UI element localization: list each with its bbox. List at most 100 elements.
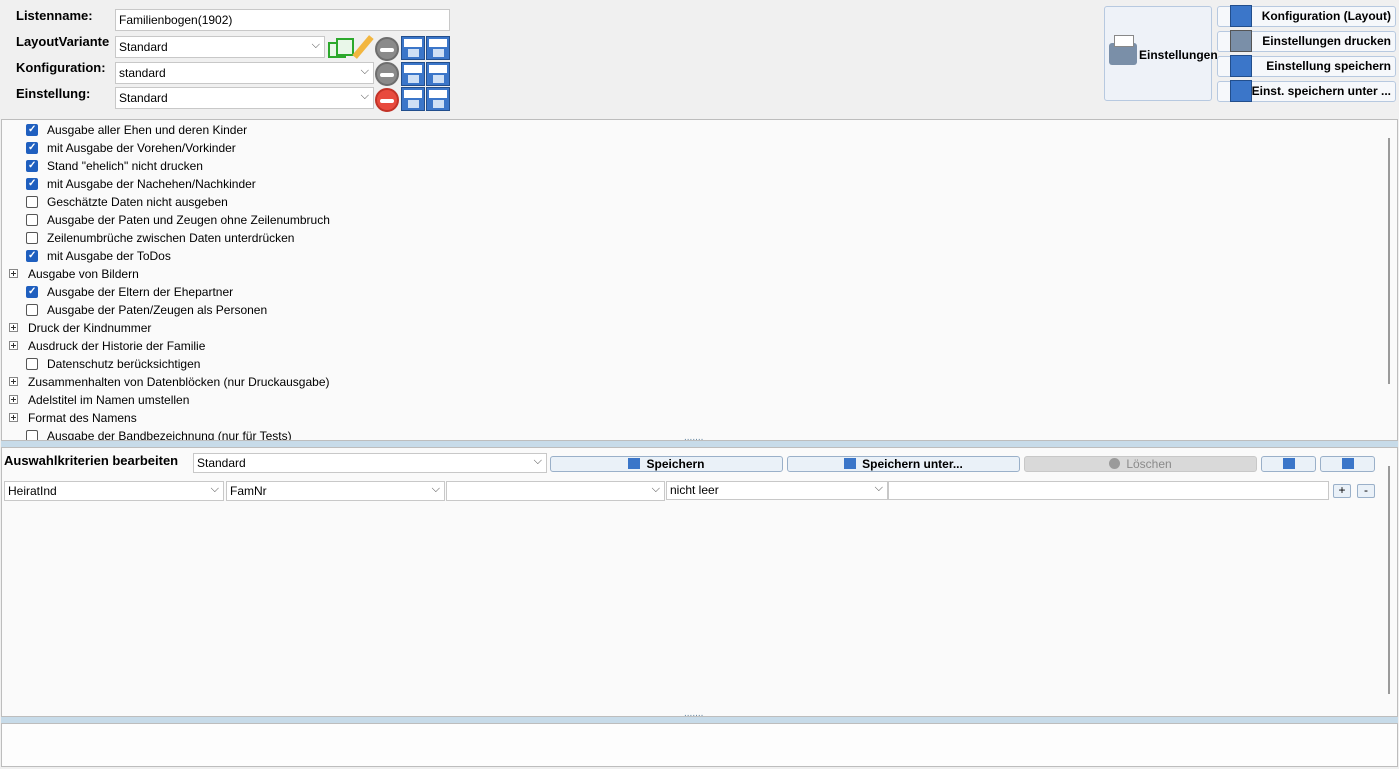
checkbox-icon[interactable] (26, 232, 38, 244)
print-settings-button[interactable]: Einstellungen drucken (1217, 30, 1396, 52)
option-label: Ausgabe der Paten und Zeugen ohne Zeilen… (47, 213, 330, 227)
criteria-import-button[interactable] (1320, 456, 1375, 472)
criteria-field2-select[interactable]: FamNr (226, 481, 445, 501)
criteria-condition-select[interactable]: nicht leer (666, 481, 888, 500)
option-checkbox[interactable]: Ausgabe aller Ehen und deren Kinder (26, 122, 247, 138)
save-variant-icon[interactable] (401, 36, 425, 60)
criteria-field1-select[interactable]: HeiratInd (4, 481, 224, 501)
option-checkbox[interactable]: mit Ausgabe der Nachehen/Nachkinder (26, 176, 256, 192)
option-group[interactable]: Druck der Kindnummer (9, 320, 151, 336)
expand-plus-icon[interactable] (9, 269, 18, 278)
option-group[interactable]: Adelstitel im Namen umstellen (9, 392, 189, 408)
option-label: Ausgabe aller Ehen und deren Kinder (47, 123, 248, 137)
option-checkbox[interactable]: Datenschutz berücksichtigen (26, 356, 200, 372)
expand-plus-icon[interactable] (9, 377, 18, 386)
checkbox-icon[interactable] (26, 430, 38, 440)
save-setting-button-icon (1230, 55, 1252, 77)
option-label: Stand "ehelich" nicht drucken (47, 159, 203, 173)
checkbox-icon[interactable] (26, 196, 38, 208)
checkbox-icon[interactable] (26, 122, 38, 138)
save-setting-as-button[interactable]: Einst. speichern unter ... (1217, 80, 1396, 102)
delete-setting-icon[interactable] (375, 88, 399, 112)
criteria-save-label: Speichern (646, 457, 705, 471)
delete-config-icon[interactable] (375, 62, 399, 86)
save-config-as-icon[interactable] (426, 62, 450, 86)
expand-plus-icon[interactable] (9, 395, 18, 404)
option-label: Datenschutz berücksichtigen (47, 357, 201, 371)
config-label: Konfiguration: (16, 60, 106, 75)
option-label: mit Ausgabe der ToDos (47, 249, 171, 263)
option-group[interactable]: Ausdruck der Historie der Familie (9, 338, 205, 354)
option-checkbox[interactable]: Ausgabe der Bandbezeichnung (nur für Tes… (26, 428, 292, 441)
option-checkbox[interactable]: mit Ausgabe der Vorehen/Vorkinder (26, 140, 236, 156)
checkbox-icon[interactable] (26, 248, 38, 264)
option-group-label: Ausdruck der Historie der Familie (28, 339, 206, 353)
option-checkbox[interactable]: Zeilenumbrüche zwischen Daten unterdrück… (26, 230, 294, 246)
setting-select[interactable]: Standard (115, 87, 374, 109)
save-icon (628, 458, 641, 469)
option-group[interactable]: Format des Namens (9, 410, 137, 426)
settings-button[interactable]: Einstellungen (1104, 6, 1218, 101)
option-checkbox[interactable]: Geschätzte Daten nicht ausgeben (26, 194, 228, 210)
option-checkbox[interactable]: Ausgabe der Paten und Zeugen ohne Zeilen… (26, 212, 330, 228)
status-area (1, 723, 1398, 767)
option-group[interactable]: Ausgabe von Bildern (9, 266, 139, 282)
save-setting-as-icon[interactable] (426, 87, 450, 111)
criteria-add-button[interactable]: + (1333, 484, 1351, 498)
option-checkbox[interactable]: Stand "ehelich" nicht drucken (26, 158, 203, 174)
delete-variant-icon[interactable] (375, 37, 399, 61)
expand-plus-icon[interactable] (9, 413, 18, 422)
criteria-export-button[interactable] (1261, 456, 1316, 472)
option-label: mit Ausgabe der Nachehen/Nachkinder (47, 177, 256, 191)
config-layout-label: Konfiguration (Layout) (1261, 9, 1391, 23)
config-layout-button[interactable]: Konfiguration (Layout) (1217, 5, 1396, 27)
criteria-save-as-label: Speichern unter... (862, 457, 963, 471)
import-icon (1341, 458, 1354, 469)
edit-pencil-icon[interactable] (350, 36, 374, 60)
option-checkbox[interactable]: Ausgabe der Paten/Zeugen als Personen (26, 302, 267, 318)
save-config-icon[interactable] (401, 62, 425, 86)
save-variant-as-icon[interactable] (426, 36, 450, 60)
option-group-label: Ausgabe von Bildern (28, 267, 139, 281)
save-setting-button[interactable]: Einstellung speichern (1217, 55, 1396, 77)
config-select[interactable]: standard (115, 62, 374, 84)
criteria-field3-select[interactable] (446, 481, 665, 501)
checkbox-icon[interactable] (26, 214, 38, 226)
options-panel: Ausgabe aller Ehen und deren Kinder mit A… (1, 119, 1398, 441)
criteria-remove-button[interactable]: - (1357, 484, 1375, 498)
options-scrollbar[interactable] (1388, 138, 1390, 384)
listname-field[interactable]: Familienbogen(1902) (115, 9, 450, 31)
setting-label: Einstellung: (16, 86, 91, 101)
option-group[interactable]: Zusammenhalten von Datenblöcken (nur Dru… (9, 374, 330, 390)
copy-variant-icon[interactable] (328, 38, 354, 58)
option-group-label: Zusammenhalten von Datenblöcken (nur Dru… (28, 375, 330, 389)
criteria-scrollbar[interactable] (1388, 466, 1390, 694)
option-label: Zeilenumbrüche zwischen Daten unterdrück… (47, 231, 295, 245)
option-label: Ausgabe der Bandbezeichnung (nur für Tes… (47, 429, 292, 441)
delete-icon (1109, 458, 1121, 469)
checkbox-icon[interactable] (26, 176, 38, 192)
option-checkbox[interactable]: Ausgabe der Eltern der Ehepartner (26, 284, 233, 300)
listname-label: Listenname: (16, 8, 93, 23)
checkbox-icon[interactable] (26, 140, 38, 156)
expand-plus-icon[interactable] (9, 323, 18, 332)
checkbox-icon[interactable] (26, 284, 38, 300)
save-setting-icon[interactable] (401, 87, 425, 111)
criteria-save-button[interactable]: Speichern (550, 456, 783, 472)
layout-variant-select[interactable]: Standard (115, 36, 325, 58)
criteria-delete-button[interactable]: Löschen (1024, 456, 1257, 472)
export-icon (1282, 458, 1295, 469)
option-checkbox[interactable]: mit Ausgabe der ToDos (26, 248, 171, 264)
criteria-value-input[interactable] (888, 481, 1329, 500)
criteria-preset-select[interactable]: Standard (193, 453, 547, 473)
expand-plus-icon[interactable] (9, 341, 18, 350)
checkbox-icon[interactable] (26, 358, 38, 370)
option-label: Ausgabe der Eltern der Ehepartner (47, 285, 234, 299)
save-as-icon (844, 458, 857, 469)
save-setting-as-button-label: Einst. speichern unter ... (1251, 84, 1391, 98)
checkbox-icon[interactable] (26, 158, 38, 174)
criteria-save-as-button[interactable]: Speichern unter... (787, 456, 1020, 472)
checkbox-icon[interactable] (26, 304, 38, 316)
option-label: mit Ausgabe der Vorehen/Vorkinder (47, 141, 236, 155)
save-setting-button-label: Einstellung speichern (1266, 59, 1391, 73)
